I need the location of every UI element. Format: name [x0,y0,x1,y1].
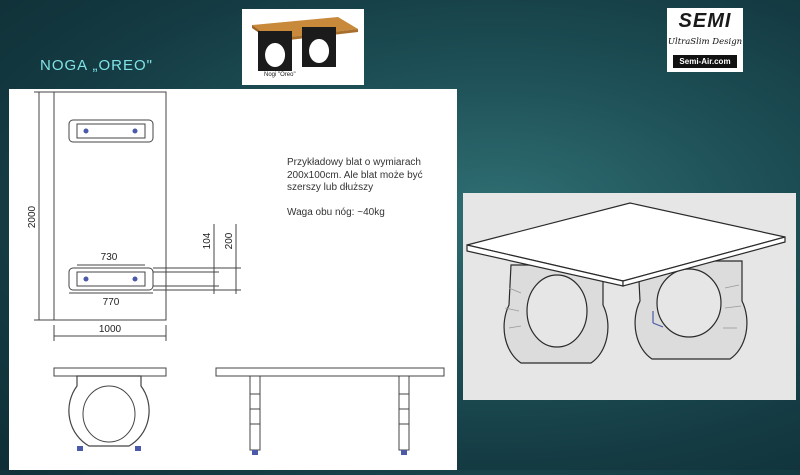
note-weight: Waga obu nóg: ~40kg [287,206,385,218]
dim-leg-depth-b: 200 [224,232,235,249]
table-3d-render [463,193,796,400]
logo-brand: SEMI [678,10,732,32]
description-note: Przykładowy blat o wymiarach 200x100cm. … [287,157,487,219]
slide-title: NOGA „OREO" [40,57,154,74]
photo-caption: Nogi "Oreo" [264,72,296,78]
product-photo: Nogi "Oreo" [242,9,364,85]
dim-width: 1000 [99,324,122,335]
note-line-3: szerszy lub dłuższy [287,182,374,193]
dim-length: 2000 [27,205,38,228]
logo-slogan: UltraSlim Design [667,37,743,47]
dim-leg-outer: 770 [103,297,120,308]
brand-logo: SEMI UltraSlim Design Semi-Air.com [667,8,743,72]
dim-leg-inner: 730 [101,252,118,263]
note-line-2: 200x100cm. Ale blat może być [287,169,423,181]
technical-drawing: 2000 1000 730 770 104 200 [9,89,457,470]
note-line-1: Przykładowy blat o wymiarach [287,157,421,168]
dim-leg-depth-a: 104 [202,232,213,249]
logo-url: Semi-Air.com [673,55,737,68]
